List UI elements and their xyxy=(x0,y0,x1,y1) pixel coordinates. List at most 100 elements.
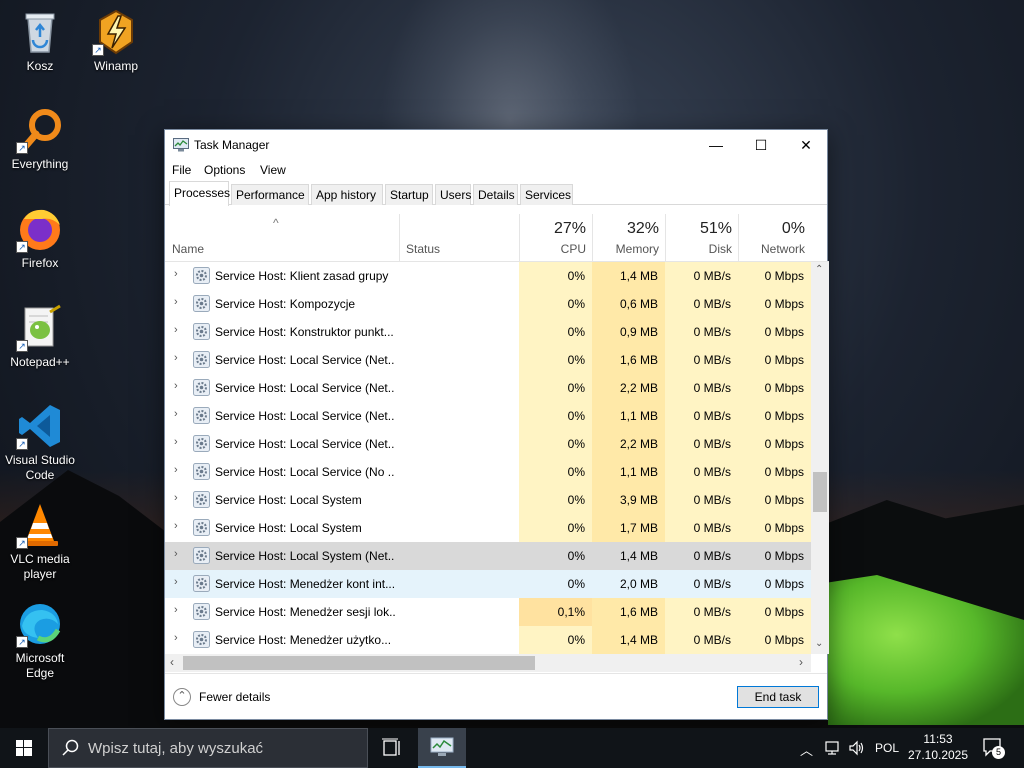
desktop-icon-vlc[interactable]: ↗ VLC media player xyxy=(0,501,80,582)
show-hidden-icons-chevron-icon[interactable]: ︿ xyxy=(800,740,813,759)
expand-chevron-icon[interactable]: › xyxy=(174,352,178,364)
column-header-memory[interactable]: 32% Memory xyxy=(592,214,665,262)
process-row[interactable]: › Service Host: Local Service (Net... 0% 2,… xyxy=(165,374,811,402)
memory-cell: 1,7 MB xyxy=(592,514,665,542)
column-header-disk[interactable]: 51% Disk xyxy=(665,214,738,262)
expand-chevron-icon[interactable]: › xyxy=(174,464,178,476)
process-name: Service Host: Konstruktor punkt... xyxy=(215,325,394,339)
tab-app-history[interactable]: App history xyxy=(311,184,383,205)
scroll-up-icon[interactable]: ⌃ xyxy=(815,264,823,275)
expand-chevron-icon[interactable]: › xyxy=(174,436,178,448)
scroll-left-icon[interactable]: ‹ xyxy=(170,655,174,669)
task-view-button[interactable] xyxy=(372,728,412,768)
column-header-network[interactable]: 0% Network xyxy=(738,214,811,262)
expand-chevron-icon[interactable]: › xyxy=(174,604,178,616)
disk-cell: 0 MB/s xyxy=(665,626,738,654)
column-header-name[interactable]: ^ Name xyxy=(165,214,399,262)
cpu-cell: 0% xyxy=(519,346,592,374)
service-host-gear-icon xyxy=(193,323,210,340)
process-row[interactable]: › Service Host: Local Service (Net... 0% 2,… xyxy=(165,430,811,458)
process-row[interactable]: › Service Host: Menedżer sesji lok... 0,1%… xyxy=(165,598,811,626)
desktop-icon-firefox[interactable]: ↗ Firefox xyxy=(0,205,80,271)
horizontal-scrollbar[interactable]: ‹ › xyxy=(165,654,811,672)
column-header-cpu[interactable]: 27% CPU xyxy=(519,214,592,262)
process-row[interactable]: › Service Host: Local Service (No ... 0% 1,… xyxy=(165,458,811,486)
desktop-icon-everything[interactable]: ↗ Everything xyxy=(0,106,80,172)
process-row[interactable]: › Service Host: Local System 0% 1,7 MB 0 MB/… xyxy=(165,514,811,542)
memory-cell: 1,4 MB xyxy=(592,626,665,654)
menu-view[interactable]: View xyxy=(260,163,286,177)
desktop-icon-winamp[interactable]: ↗ Winamp xyxy=(76,8,156,74)
disk-cell: 0 MB/s xyxy=(665,290,738,318)
title-bar[interactable]: Task Manager — ☐ ✕ xyxy=(165,130,827,160)
expand-chevron-icon[interactable]: › xyxy=(174,492,178,504)
network-icon[interactable] xyxy=(824,740,842,756)
desktop-icon-edge[interactable]: ↗ Microsoft Edge xyxy=(0,600,80,681)
network-total-percent: 0% xyxy=(781,220,805,237)
desktop-icon-notepadpp[interactable]: ↗ Notepad++ xyxy=(0,304,80,370)
maximize-button[interactable]: ☐ xyxy=(738,130,784,160)
service-host-gear-icon xyxy=(193,267,210,284)
process-row[interactable]: › Service Host: Kompozycje 0% 0,6 MB 0 MB/s 0… xyxy=(165,290,811,318)
service-host-gear-icon xyxy=(193,491,210,508)
expand-chevron-icon[interactable]: › xyxy=(174,296,178,308)
network-cell: 0 Mbps xyxy=(738,262,811,290)
clock[interactable]: 11:53 27.10.2025 xyxy=(903,731,973,765)
task-manager-window[interactable]: Task Manager — ☐ ✕ File Options View Pro… xyxy=(164,129,829,720)
process-row[interactable]: › Service Host: Local Service (Net... 0% 1,… xyxy=(165,346,811,374)
end-task-button[interactable]: End task xyxy=(737,686,819,708)
process-name: Service Host: Menedżer użytko... xyxy=(215,633,392,647)
volume-icon[interactable] xyxy=(848,740,866,756)
start-button[interactable] xyxy=(0,728,48,768)
scroll-right-icon[interactable]: › xyxy=(799,655,803,669)
disk-cell: 0 MB/s xyxy=(665,262,738,290)
menu-file[interactable]: File xyxy=(172,163,191,177)
horizontal-scroll-thumb[interactable] xyxy=(183,656,535,670)
process-row[interactable]: › Service Host: Menedżer użytko... 0% 1,4 M… xyxy=(165,626,811,654)
cpu-cell: 0% xyxy=(519,486,592,514)
scroll-down-icon[interactable]: ⌄ xyxy=(815,638,823,649)
expand-chevron-icon[interactable]: › xyxy=(174,520,178,532)
tab-services[interactable]: Services xyxy=(520,184,573,205)
tab-users[interactable]: Users xyxy=(435,184,471,205)
expand-chevron-icon[interactable]: › xyxy=(174,632,178,644)
tab-performance[interactable]: Performance xyxy=(231,184,309,205)
process-row[interactable]: › Service Host: Local Service (Net... 0% 1,… xyxy=(165,402,811,430)
expand-chevron-icon[interactable]: › xyxy=(174,380,178,392)
search-placeholder: Wpisz tutaj, aby wyszukać xyxy=(88,740,264,757)
tab-details[interactable]: Details xyxy=(473,184,518,205)
column-label-cpu: CPU xyxy=(560,242,586,256)
column-header-status[interactable]: Status xyxy=(399,214,519,262)
expand-chevron-icon[interactable]: › xyxy=(174,268,178,280)
process-row[interactable]: › Service Host: Local System (Net... 0% 1,4… xyxy=(165,542,811,570)
menu-options[interactable]: Options xyxy=(204,163,245,177)
process-name: Service Host: Local Service (Net... xyxy=(215,409,395,423)
taskbar-task-manager-button[interactable] xyxy=(418,728,466,768)
expand-chevron-icon[interactable]: › xyxy=(174,548,178,560)
process-row[interactable]: › Service Host: Klient zasad grupy 0% 1,4 M… xyxy=(165,262,811,290)
close-button[interactable]: ✕ xyxy=(783,130,829,160)
desktop-icon-vscode[interactable]: ↗ Visual Studio Code xyxy=(0,402,80,483)
expand-chevron-icon[interactable]: › xyxy=(174,324,178,336)
tab-processes[interactable]: Processes xyxy=(169,181,230,206)
process-row[interactable]: › Service Host: Menedżer kont int... 0% 2,0… xyxy=(165,570,811,598)
tab-startup[interactable]: Startup xyxy=(385,184,433,205)
window-title: Task Manager xyxy=(194,138,270,152)
collapse-chevron-icon[interactable]: ⌃ xyxy=(173,688,191,706)
vertical-scrollbar[interactable]: ⌃ ⌄ xyxy=(811,262,829,654)
network-cell: 0 Mbps xyxy=(738,430,811,458)
vertical-scroll-thumb[interactable] xyxy=(813,472,827,512)
desktop-icon-recycle-bin[interactable]: Kosz xyxy=(0,8,80,74)
minimize-button[interactable]: — xyxy=(693,130,739,160)
memory-cell: 2,0 MB xyxy=(619,577,658,591)
process-row[interactable]: › Service Host: Local System 0% 3,9 MB 0 MB/… xyxy=(165,486,811,514)
shortcut-arrow-icon: ↗ xyxy=(16,636,28,648)
process-row[interactable]: › Service Host: Konstruktor punkt... 0% 0,9… xyxy=(165,318,811,346)
action-center-button[interactable]: 5 xyxy=(980,736,1008,760)
expand-chevron-icon[interactable]: › xyxy=(174,408,178,420)
taskbar-search-box[interactable]: Wpisz tutaj, aby wyszukać xyxy=(48,728,368,768)
fewer-details-link[interactable]: Fewer details xyxy=(199,690,270,704)
expand-chevron-icon[interactable]: › xyxy=(174,576,178,588)
disk-cell: 0 MB/s xyxy=(665,486,738,514)
input-language-indicator[interactable]: POL xyxy=(875,741,899,755)
